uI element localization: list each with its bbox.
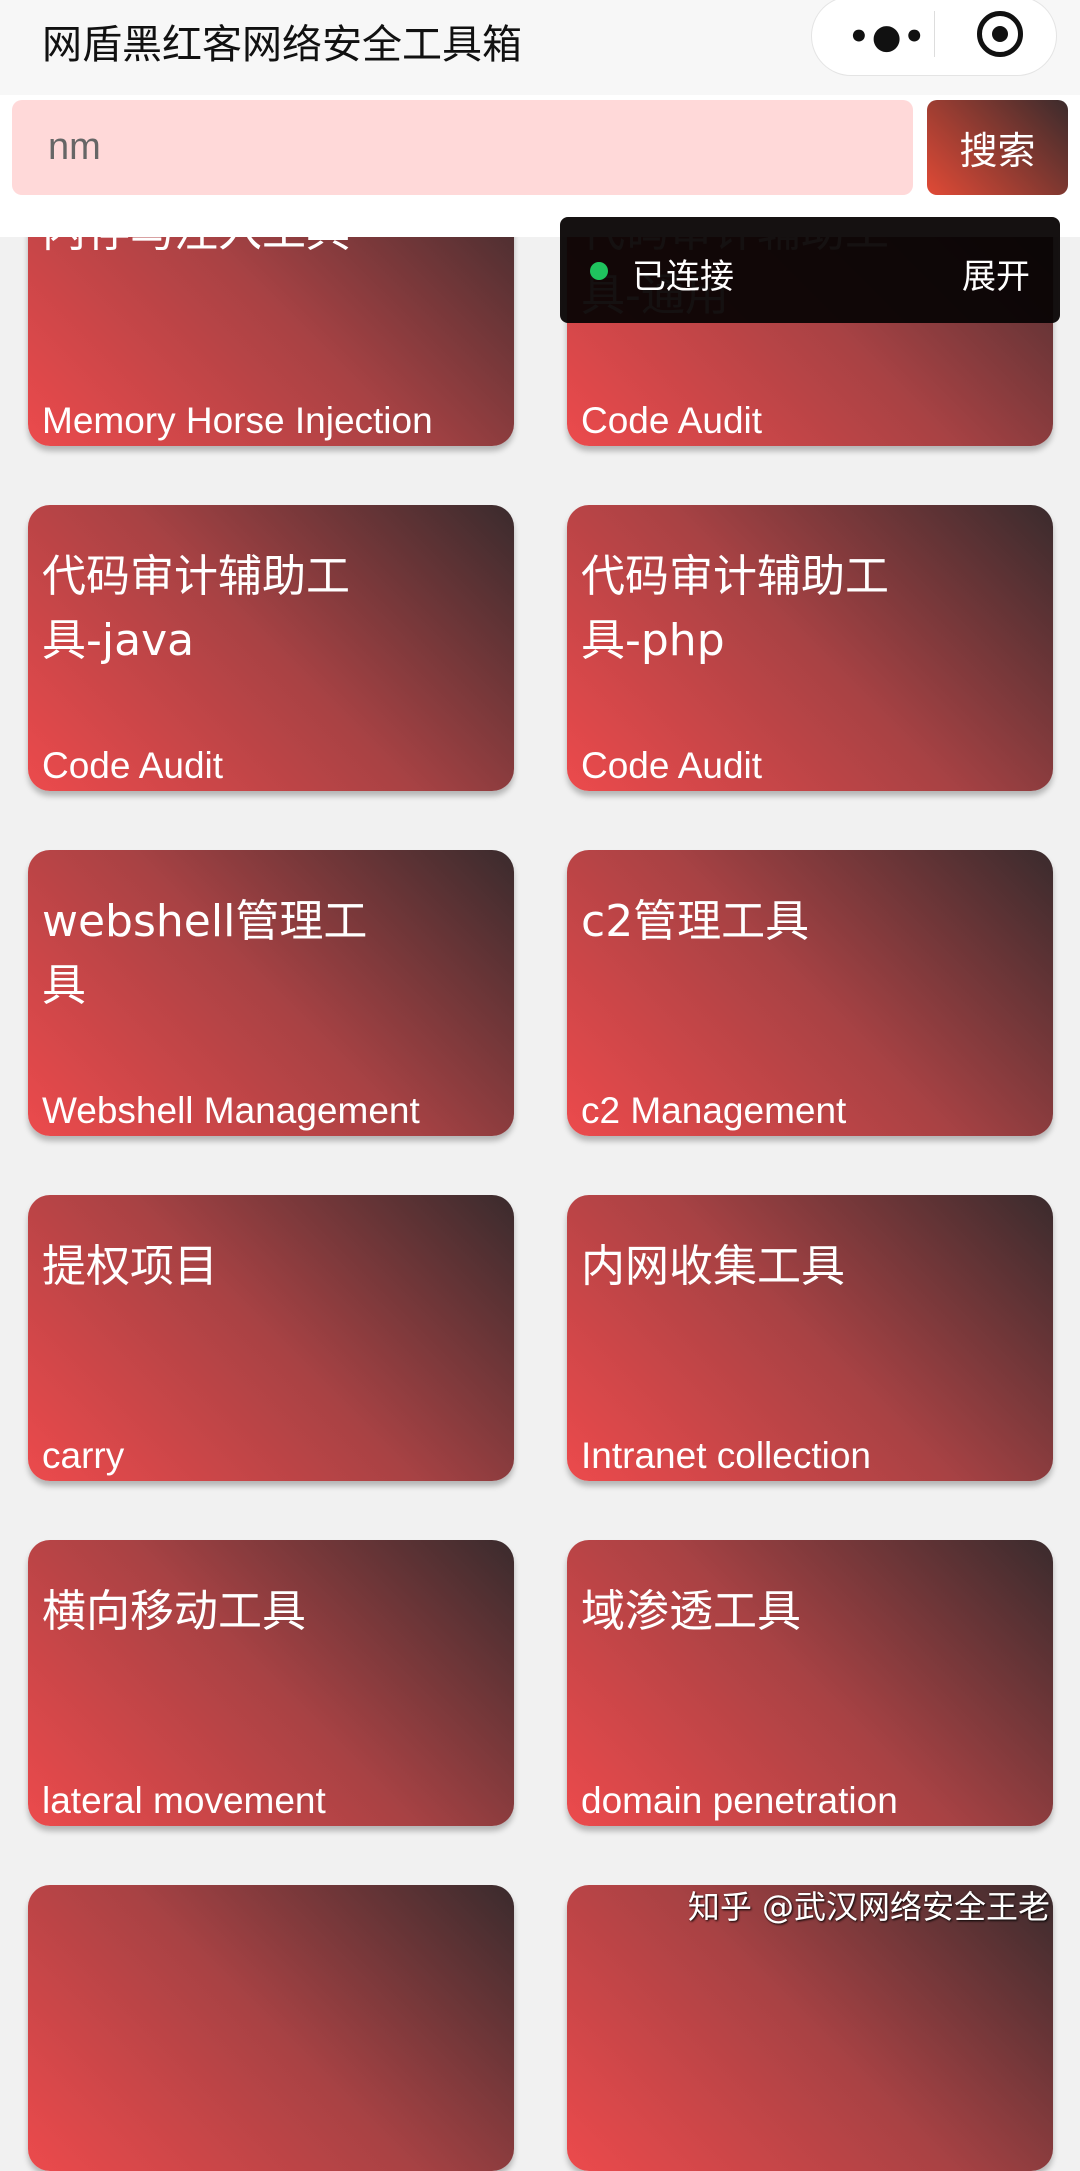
- tool-card[interactable]: 提权项目 carry: [28, 1195, 514, 1481]
- record-target-icon[interactable]: [977, 11, 1023, 57]
- expand-button[interactable]: 展开: [962, 249, 1030, 298]
- card-subtitle: domain penetration: [581, 1780, 898, 1821]
- card-title: 代码审计辅助工具-php: [581, 551, 889, 666]
- tool-card[interactable]: c2管理工具 c2 Management: [567, 850, 1053, 1136]
- card-subtitle: Intranet collection: [581, 1435, 872, 1476]
- card-title: 横向移动工具: [42, 1586, 306, 1637]
- card-subtitle: c2 Management: [581, 1090, 847, 1131]
- card-subtitle: Memory Horse Injection: [42, 400, 433, 441]
- search-button[interactable]: 搜索: [927, 100, 1068, 195]
- connection-toast: 已连接 展开: [560, 217, 1060, 323]
- card-subtitle: carry: [42, 1435, 125, 1476]
- connection-status: 已连接: [632, 257, 734, 297]
- card-title: 提权项目: [42, 1241, 218, 1292]
- tool-card[interactable]: 代码审计辅助工具-java Code Audit: [28, 505, 514, 791]
- status-dot-icon: [590, 262, 608, 280]
- tool-card[interactable]: 内网收集工具 Intranet collection: [567, 1195, 1053, 1481]
- card-title: 代码审计辅助工具-java: [42, 551, 350, 666]
- card-subtitle: Code Audit: [42, 745, 224, 786]
- nav-header: 网盾黑红客网络安全工具箱 •●•: [0, 0, 1080, 100]
- card-subtitle: Webshell Management: [42, 1090, 420, 1131]
- mini-program-capsule: •●•: [811, 0, 1057, 76]
- card-subtitle: Code Audit: [581, 745, 763, 786]
- tool-card[interactable]: 代码审计辅助工具-php Code Audit: [567, 505, 1053, 791]
- tool-card[interactable]: [28, 1885, 514, 2171]
- more-dots-icon[interactable]: •●•: [848, 17, 927, 57]
- tool-card[interactable]: 横向移动工具 lateral movement: [28, 1540, 514, 1826]
- tool-card[interactable]: webshell管理工具 Webshell Management: [28, 850, 514, 1136]
- card-title: 内网收集工具: [581, 1241, 845, 1292]
- page-title: 网盾黑红客网络安全工具箱: [42, 22, 522, 68]
- card-subtitle: lateral movement: [42, 1780, 326, 1821]
- search-bar: 搜索: [0, 95, 1080, 237]
- divider: [934, 11, 935, 57]
- search-input[interactable]: [12, 100, 913, 195]
- watermark: 知乎 @武汉网络安全王老: [687, 1888, 1050, 1926]
- card-title: c2管理工具: [581, 896, 810, 947]
- tool-card[interactable]: 域渗透工具 domain penetration: [567, 1540, 1053, 1826]
- card-title: 域渗透工具: [581, 1586, 801, 1637]
- card-title: webshell管理工具: [42, 896, 368, 1011]
- card-subtitle: Code Audit: [581, 400, 763, 441]
